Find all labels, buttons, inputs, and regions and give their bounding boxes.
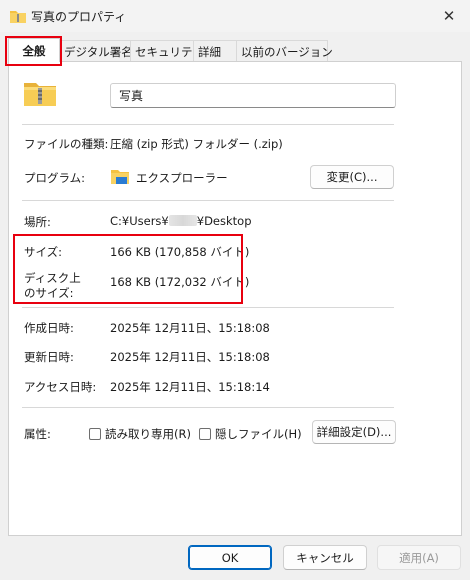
- location-value: C:¥Users¥ ¥Desktop: [110, 214, 252, 228]
- readonly-label: 読み取り専用(R): [105, 427, 191, 441]
- tab-page-general: [8, 61, 462, 536]
- readonly-checkbox[interactable]: 読み取り専用(R): [89, 426, 191, 442]
- filetype-label: ファイルの種類:: [24, 137, 109, 151]
- close-icon: ✕: [442, 7, 456, 25]
- tab-previous-versions[interactable]: 以前のバージョン: [236, 40, 333, 62]
- separator: [22, 307, 394, 308]
- tab-details[interactable]: 詳細: [193, 40, 237, 62]
- ok-button[interactable]: OK: [188, 545, 272, 570]
- disk-size-value: 168 KB (172,032 バイト): [110, 275, 250, 289]
- advanced-attributes-button[interactable]: 詳細設定(D)...: [312, 420, 396, 444]
- location-suffix: ¥Desktop: [196, 214, 252, 228]
- disk-size-label-line1: ディスク上: [24, 271, 81, 285]
- window-title: 写真のプロパティ: [31, 10, 127, 24]
- filename-input[interactable]: [110, 83, 396, 108]
- apply-button[interactable]: 適用(A): [377, 545, 461, 570]
- tab-security[interactable]: セキュリティ: [130, 40, 203, 62]
- hidden-checkbox-box[interactable]: [199, 428, 211, 440]
- modified-label: 更新日時:: [24, 350, 74, 364]
- created-value: 2025年 12月11日、15:18:08: [110, 321, 270, 335]
- size-value: 166 KB (170,858 バイト): [110, 245, 250, 259]
- redacted-username: [168, 215, 197, 226]
- separator: [22, 407, 394, 408]
- disk-size-label-line2: のサイズ:: [24, 286, 74, 300]
- accessed-label: アクセス日時:: [24, 380, 97, 394]
- size-label: サイズ:: [24, 245, 63, 259]
- modified-value: 2025年 12月11日、15:18:08: [110, 350, 270, 364]
- program-label: プログラム:: [24, 171, 86, 185]
- separator: [22, 200, 394, 201]
- tab-general[interactable]: 全般: [8, 38, 60, 62]
- accessed-value: 2025年 12月11日、15:18:14: [110, 380, 270, 394]
- cancel-button[interactable]: キャンセル: [283, 545, 367, 570]
- readonly-checkbox-box[interactable]: [89, 428, 101, 440]
- attributes-label: 属性:: [24, 427, 51, 441]
- tab-digital-signature[interactable]: デジタル署名: [59, 40, 133, 62]
- location-label: 場所:: [24, 215, 51, 229]
- close-button[interactable]: ✕: [436, 4, 462, 28]
- tab-strip: 全般 デジタル署名 セキュリティ 詳細 以前のバージョン: [8, 38, 333, 62]
- file-explorer-icon: [110, 166, 130, 189]
- zip-folder-icon: [10, 9, 26, 26]
- hidden-label: 隠しファイル(H): [215, 427, 302, 441]
- filetype-value: 圧縮 (zip 形式) フォルダー (.zip): [110, 137, 283, 151]
- location-prefix: C:¥Users¥: [110, 214, 169, 228]
- separator: [22, 124, 394, 125]
- created-label: 作成日時:: [24, 321, 74, 335]
- program-value: エクスプローラー: [136, 171, 228, 185]
- hidden-checkbox[interactable]: 隠しファイル(H): [199, 426, 302, 442]
- change-program-button[interactable]: 変更(C)...: [310, 165, 394, 189]
- zip-folder-large-icon: [24, 80, 56, 109]
